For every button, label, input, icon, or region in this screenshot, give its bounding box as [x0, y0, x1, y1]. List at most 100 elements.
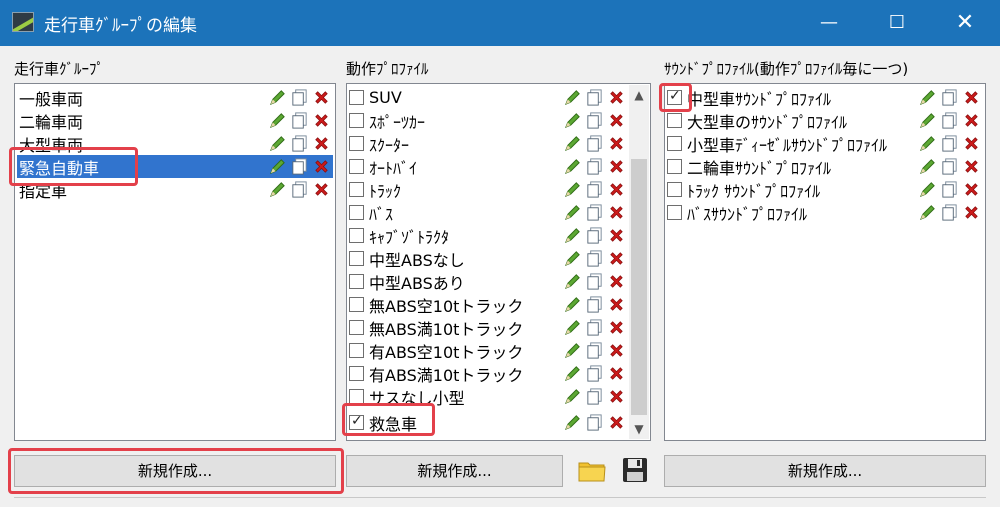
- copy-icon[interactable]: [290, 134, 309, 153]
- scroll-up-icon[interactable]: ▲: [629, 85, 649, 105]
- checkbox[interactable]: [349, 320, 364, 335]
- pencil-icon[interactable]: [563, 341, 582, 360]
- pencil-icon[interactable]: [563, 111, 582, 130]
- pencil-icon[interactable]: [563, 226, 582, 245]
- pencil-icon[interactable]: [918, 180, 937, 199]
- pencil-icon[interactable]: [563, 249, 582, 268]
- pencil-icon[interactable]: [563, 318, 582, 337]
- close-button[interactable]: ✕: [942, 0, 988, 46]
- copy-icon[interactable]: [585, 413, 604, 432]
- list-item[interactable]: ｵｰﾄﾊﾞｲ: [349, 155, 628, 178]
- pencil-icon[interactable]: [563, 88, 582, 107]
- delete-x-icon[interactable]: [312, 180, 331, 199]
- list-item[interactable]: 中型ABSなし: [349, 247, 628, 270]
- new-sound-profile-button[interactable]: 新規作成...: [664, 455, 986, 487]
- list-item[interactable]: ﾄﾗｯｸ ｻｳﾝﾄﾞﾌﾟﾛﾌｧｲﾙ: [667, 178, 983, 201]
- list-item[interactable]: 一般車両: [17, 86, 333, 109]
- delete-x-icon[interactable]: [607, 134, 626, 153]
- list-item[interactable]: 小型車ﾃﾞｨｰｾﾞﾙｻｳﾝﾄﾞﾌﾟﾛﾌｧｲﾙ: [667, 132, 983, 155]
- copy-icon[interactable]: [585, 318, 604, 337]
- pencil-icon[interactable]: [563, 203, 582, 222]
- copy-icon[interactable]: [585, 226, 604, 245]
- pencil-icon[interactable]: [268, 180, 287, 199]
- pencil-icon[interactable]: [563, 364, 582, 383]
- copy-icon[interactable]: [585, 111, 604, 130]
- copy-icon[interactable]: [940, 111, 959, 130]
- pencil-icon[interactable]: [268, 88, 287, 107]
- checkbox[interactable]: [349, 113, 364, 128]
- checkbox[interactable]: [667, 159, 682, 174]
- checkbox[interactable]: [349, 90, 364, 105]
- pencil-icon[interactable]: [563, 295, 582, 314]
- pencil-icon[interactable]: [918, 88, 937, 107]
- delete-x-icon[interactable]: [607, 341, 626, 360]
- list-item[interactable]: ﾄﾗｯｸ: [349, 178, 628, 201]
- list-item[interactable]: ｽｸｰﾀｰ: [349, 132, 628, 155]
- list-item[interactable]: 二輪車両: [17, 109, 333, 132]
- delete-x-icon[interactable]: [962, 203, 981, 222]
- copy-icon[interactable]: [290, 88, 309, 107]
- list-item[interactable]: ﾊﾞｽ: [349, 201, 628, 224]
- group-listbox[interactable]: 一般車両 二輪車両 大型車両 緊急自動車 指定車: [14, 83, 336, 441]
- checkbox[interactable]: [349, 366, 364, 381]
- delete-x-icon[interactable]: [607, 88, 626, 107]
- pencil-icon[interactable]: [563, 157, 582, 176]
- motion-list-scrollbar[interactable]: ▲ ▼: [629, 85, 649, 439]
- delete-x-icon[interactable]: [607, 318, 626, 337]
- list-item[interactable]: 緊急自動車: [17, 155, 333, 178]
- delete-x-icon[interactable]: [962, 157, 981, 176]
- scroll-thumb[interactable]: [631, 159, 647, 415]
- checkbox[interactable]: [349, 413, 364, 430]
- copy-icon[interactable]: [585, 249, 604, 268]
- copy-icon[interactable]: [940, 88, 959, 107]
- delete-x-icon[interactable]: [607, 226, 626, 245]
- delete-x-icon[interactable]: [962, 88, 981, 107]
- checkbox[interactable]: [667, 205, 682, 220]
- copy-icon[interactable]: [585, 203, 604, 222]
- copy-icon[interactable]: [585, 341, 604, 360]
- checkbox[interactable]: [349, 159, 364, 174]
- list-item[interactable]: 中型ABSあり: [349, 270, 628, 293]
- checkbox[interactable]: [349, 205, 364, 220]
- delete-x-icon[interactable]: [312, 157, 331, 176]
- copy-icon[interactable]: [940, 134, 959, 153]
- maximize-button[interactable]: ☐: [874, 0, 920, 46]
- delete-x-icon[interactable]: [607, 272, 626, 291]
- checkbox[interactable]: [349, 274, 364, 289]
- list-item[interactable]: 無ABS満10tトラック: [349, 316, 628, 339]
- copy-icon[interactable]: [940, 157, 959, 176]
- checkbox[interactable]: [667, 136, 682, 151]
- pencil-icon[interactable]: [563, 180, 582, 199]
- delete-x-icon[interactable]: [607, 157, 626, 176]
- checkbox[interactable]: [349, 343, 364, 358]
- pencil-icon[interactable]: [918, 134, 937, 153]
- checkbox[interactable]: [667, 182, 682, 197]
- list-item[interactable]: 大型車両: [17, 132, 333, 155]
- floppy-disk-icon[interactable]: [619, 454, 651, 486]
- list-item[interactable]: 救急車: [349, 411, 628, 434]
- copy-icon[interactable]: [585, 180, 604, 199]
- new-group-button[interactable]: 新規作成...: [14, 455, 336, 487]
- delete-x-icon[interactable]: [607, 295, 626, 314]
- delete-x-icon[interactable]: [607, 111, 626, 130]
- delete-x-icon[interactable]: [607, 364, 626, 383]
- checkbox[interactable]: [349, 389, 364, 404]
- pencil-icon[interactable]: [563, 413, 582, 432]
- copy-icon[interactable]: [585, 364, 604, 383]
- checkbox[interactable]: [667, 113, 682, 128]
- delete-x-icon[interactable]: [312, 88, 331, 107]
- new-motion-profile-button[interactable]: 新規作成...: [346, 455, 563, 487]
- delete-x-icon[interactable]: [607, 203, 626, 222]
- copy-icon[interactable]: [290, 111, 309, 130]
- checkbox[interactable]: [349, 251, 364, 266]
- sound-profile-listbox[interactable]: 中型車ｻｳﾝﾄﾞﾌﾟﾛﾌｧｲﾙ 大型車のｻｳﾝﾄﾞﾌﾟﾛﾌｧｲﾙ 小型車ﾃﾞｨｰｾﾞ…: [664, 83, 986, 441]
- list-item[interactable]: サスなし小型: [349, 385, 628, 408]
- pencil-icon[interactable]: [268, 111, 287, 130]
- pencil-icon[interactable]: [918, 203, 937, 222]
- list-item[interactable]: 指定車: [17, 178, 333, 201]
- copy-icon[interactable]: [940, 203, 959, 222]
- delete-x-icon[interactable]: [607, 413, 626, 432]
- copy-icon[interactable]: [585, 295, 604, 314]
- copy-icon[interactable]: [940, 180, 959, 199]
- delete-x-icon[interactable]: [312, 111, 331, 130]
